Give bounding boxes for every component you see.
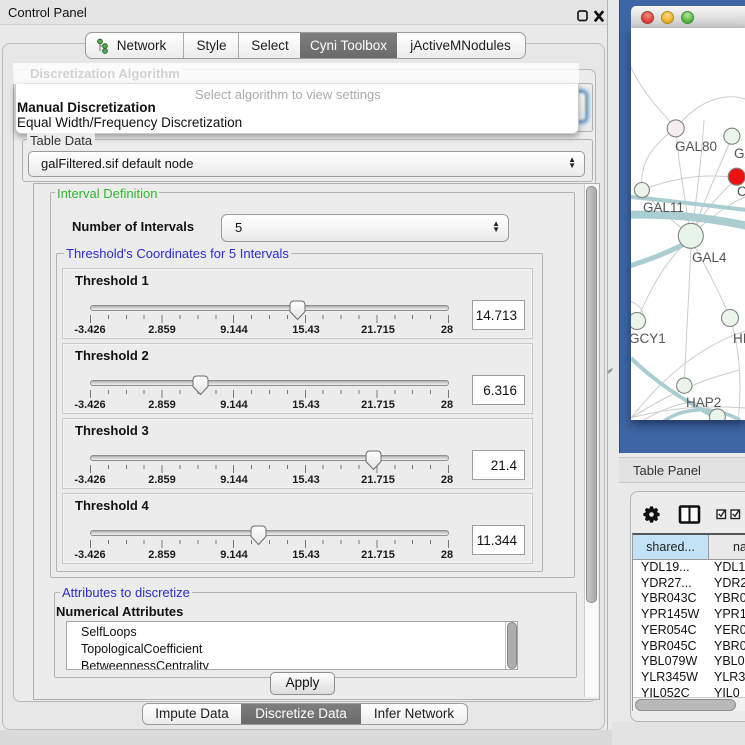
svg-text:GCY1: GCY1 bbox=[631, 331, 666, 346]
svg-text:HAP2: HAP2 bbox=[686, 395, 721, 410]
svg-text:GAL4: GAL4 bbox=[692, 250, 727, 265]
svg-text:C: C bbox=[737, 184, 745, 199]
svg-text:GAL80: GAL80 bbox=[675, 139, 717, 154]
svg-text:GAL11: GAL11 bbox=[643, 200, 684, 215]
svg-text:GA: GA bbox=[734, 146, 745, 161]
svg-text:HI: HI bbox=[733, 331, 745, 346]
